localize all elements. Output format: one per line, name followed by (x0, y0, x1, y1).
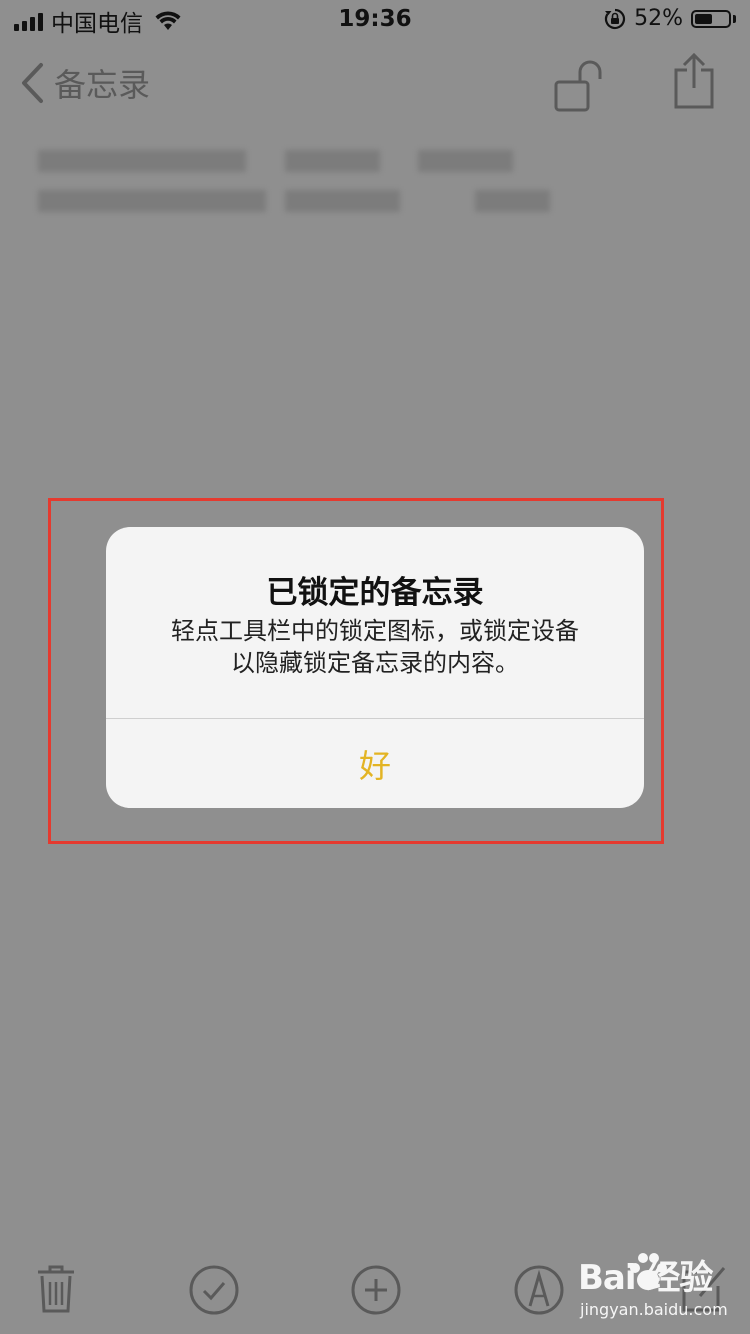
blurred-note-text (418, 150, 513, 172)
battery-percent: 52% (634, 6, 683, 31)
battery-icon (691, 9, 731, 28)
watermark-brand: Bai 经验 (578, 1258, 713, 1298)
chevron-left-icon (22, 63, 43, 103)
blurred-note-text (38, 150, 246, 172)
watermark: Bai 经验 jingyan.baidu.com (568, 1248, 746, 1328)
status-bar: 中国电信 19:36 52% (0, 0, 750, 40)
blurred-note-text (38, 190, 266, 212)
unlock-icon[interactable] (553, 57, 609, 113)
alert-message-line: 轻点工具栏中的锁定图标，或锁定设备 (171, 617, 579, 645)
blurred-note-text (285, 190, 400, 212)
trash-icon[interactable] (36, 1264, 76, 1314)
orientation-lock-icon (604, 8, 626, 29)
blurred-note-text (285, 150, 380, 172)
share-icon[interactable] (672, 52, 716, 110)
add-icon[interactable] (350, 1264, 402, 1316)
alert-message-line: 以隐藏锁定备忘录的内容。 (231, 649, 519, 677)
nav-bar: 备忘录 (0, 52, 750, 116)
alert-title: 已锁定的备忘录 (266, 575, 484, 611)
locked-note-alert: 已锁定的备忘录 轻点工具栏中的锁定图标，或锁定设备 以隐藏锁定备忘录的内容。 好 (106, 527, 644, 808)
status-right: 52% (604, 6, 736, 31)
back-button[interactable]: 备忘录 (20, 60, 150, 106)
markup-icon[interactable] (513, 1264, 565, 1316)
battery-tip (733, 14, 736, 23)
checkmark-icon[interactable] (188, 1264, 240, 1316)
alert-message: 轻点工具栏中的锁定图标，或锁定设备 以隐藏锁定备忘录的内容。 (126, 615, 624, 679)
blurred-note-text (475, 190, 550, 212)
ok-button[interactable]: 好 (106, 719, 644, 808)
watermark-url: jingyan.baidu.com (580, 1300, 728, 1319)
back-label: 备忘录 (54, 66, 151, 104)
